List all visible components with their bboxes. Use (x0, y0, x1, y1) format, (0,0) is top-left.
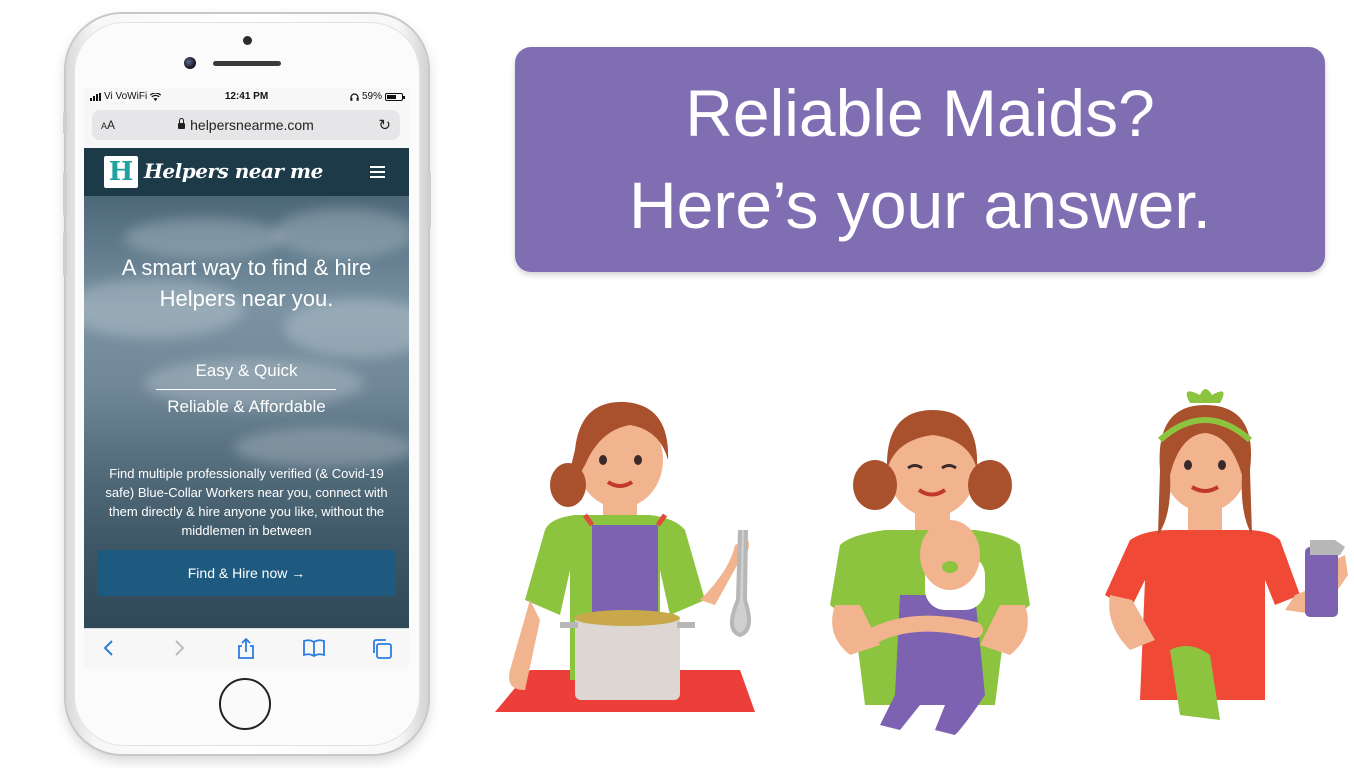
forward-icon[interactable] (172, 638, 186, 658)
status-right: 59% (350, 91, 405, 102)
reload-icon[interactable]: ↻ (378, 116, 391, 134)
hero-line-2: Helpers near you. (159, 286, 334, 311)
safari-toolbar (84, 628, 409, 668)
power-button (427, 172, 431, 228)
cleaning-maid-illustration (1105, 389, 1348, 720)
earpiece-speaker (213, 61, 281, 66)
logo-mark[interactable]: H (104, 156, 138, 188)
share-icon[interactable] (236, 638, 256, 660)
volume-up-button (63, 172, 67, 216)
volume-down-button (63, 232, 67, 276)
url-field[interactable]: helpersnearme.com (92, 117, 400, 133)
phone-screen: Vi VoWiFi 12:41 PM 59% AA helpersnearme.… (84, 88, 409, 668)
headline-line-1: Reliable Maids? (685, 76, 1155, 150)
site-description: Find multiple professionally verified (&… (105, 466, 388, 538)
headline-line-2: Here’s your answer. (628, 168, 1212, 242)
tagline-divider (156, 389, 336, 390)
back-icon[interactable] (102, 638, 116, 658)
headline-banner: Reliable Maids? Here’s your answer. (515, 47, 1325, 272)
status-bar: Vi VoWiFi 12:41 PM 59% (84, 88, 409, 106)
website-viewport: H Helpers near me A smart way to find & … (84, 148, 409, 628)
tagline-reliable-affordable: Reliable & Affordable (167, 397, 326, 416)
home-button[interactable] (219, 678, 271, 730)
safari-address-bar[interactable]: AA helpersnearme.com ↻ (92, 110, 400, 140)
front-camera (184, 57, 196, 69)
bookmarks-icon[interactable] (303, 638, 325, 658)
battery-percent: 59% (361, 91, 382, 102)
nanny-maid-illustration (830, 410, 1030, 735)
find-hire-button[interactable]: Find & Hire now → (97, 550, 396, 596)
cooking-maid-illustration (495, 401, 755, 712)
headphones-icon (350, 92, 359, 101)
proximity-sensor (243, 36, 252, 45)
hero-heading: A smart way to find & hire Helpers near … (84, 252, 409, 314)
battery-icon (385, 92, 405, 101)
tabs-icon[interactable] (371, 638, 393, 660)
tagline-easy-quick: Easy & Quick (195, 361, 298, 380)
mute-switch (63, 112, 67, 134)
site-header: H Helpers near me (84, 148, 409, 196)
lock-icon (178, 118, 186, 129)
url-text: helpersnearme.com (190, 117, 314, 133)
logo-text[interactable]: Helpers near me (144, 159, 323, 183)
hero-line-1: A smart way to find & hire (121, 255, 372, 280)
hamburger-menu-icon[interactable] (370, 166, 385, 181)
